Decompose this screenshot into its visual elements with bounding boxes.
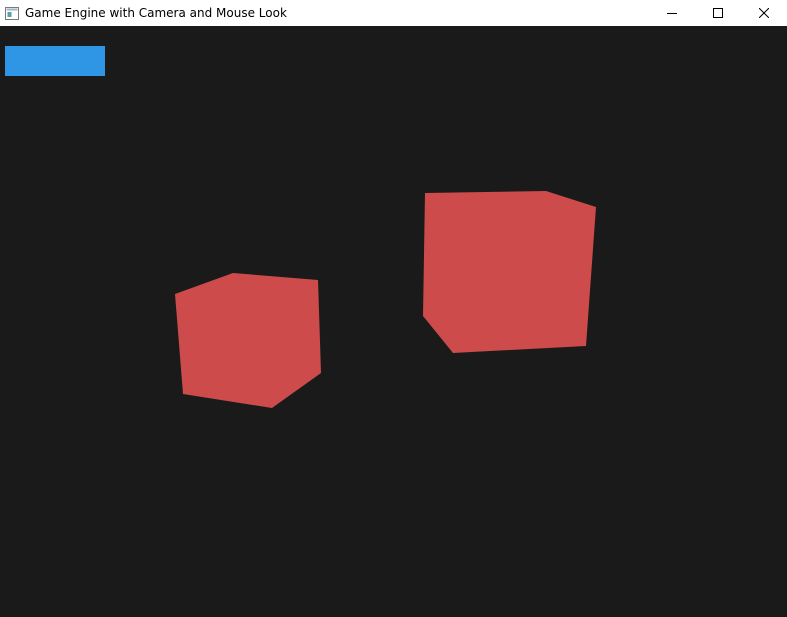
window-title: Game Engine with Camera and Mouse Look bbox=[25, 6, 287, 20]
minimize-icon bbox=[667, 13, 677, 14]
caption-buttons bbox=[649, 0, 787, 26]
minimize-button[interactable] bbox=[649, 0, 695, 26]
maximize-icon bbox=[713, 8, 723, 18]
game-window: Game Engine with Camera and Mouse Look bbox=[0, 0, 787, 617]
close-icon bbox=[759, 8, 769, 18]
close-button[interactable] bbox=[741, 0, 787, 26]
scene-canvas bbox=[175, 191, 596, 408]
cube-left bbox=[175, 273, 321, 408]
render-viewport[interactable] bbox=[0, 26, 787, 617]
maximize-button[interactable] bbox=[695, 0, 741, 26]
title-bar[interactable]: Game Engine with Camera and Mouse Look bbox=[0, 0, 787, 26]
app-window-icon bbox=[4, 5, 20, 21]
cube-right bbox=[423, 191, 596, 353]
